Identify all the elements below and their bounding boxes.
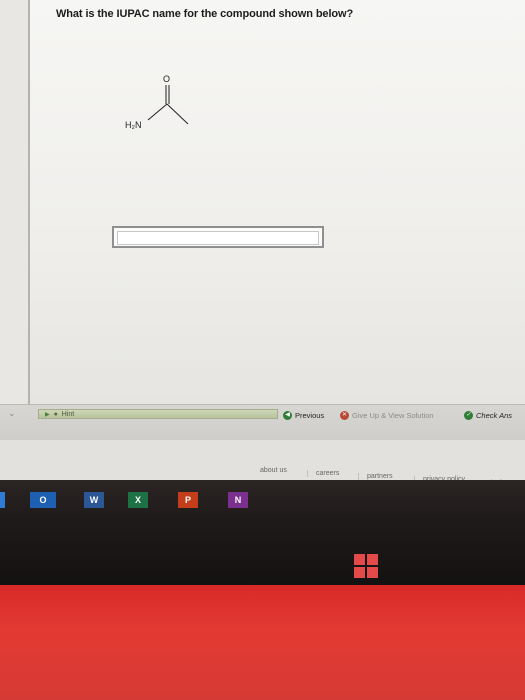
give-up-label: Give Up & View Solution: [352, 411, 434, 420]
amine-label: H₂N: [125, 120, 142, 130]
hint-button[interactable]: ▶ ● Hint: [38, 409, 278, 419]
give-up-button[interactable]: ✕ Give Up & View Solution: [340, 411, 434, 420]
answer-box: [112, 226, 324, 248]
device-bezel: [0, 585, 525, 700]
footer-link-careers[interactable]: careers: [307, 470, 347, 477]
lightbulb-icon: ●: [53, 411, 58, 418]
edge-app-icon[interactable]: [0, 492, 5, 508]
previous-button[interactable]: ◀ Previous: [283, 411, 324, 420]
chevron-down-icon[interactable]: ⌄: [8, 408, 16, 419]
word-app-icon[interactable]: W: [84, 492, 104, 508]
molecule-structure: O H₂N: [125, 74, 189, 130]
oxygen-label: O: [163, 74, 170, 84]
check-answer-button[interactable]: ✓ Check Ans: [464, 411, 512, 420]
question-text: What is the IUPAC name for the compound …: [56, 8, 354, 20]
arrow-left-icon: ◀: [283, 411, 292, 420]
excel-app-icon[interactable]: X: [128, 492, 148, 508]
taskbar: O W X P N: [0, 480, 525, 585]
screen: What is the IUPAC name for the compound …: [0, 0, 525, 585]
bond-methyl: [166, 103, 189, 125]
hint-label: Hint: [61, 411, 75, 418]
onenote-app-icon[interactable]: N: [228, 492, 248, 508]
outlook-app-icon[interactable]: O: [30, 492, 56, 508]
check-label: Check Ans: [476, 411, 512, 420]
bond-amine: [147, 103, 168, 121]
powerpoint-app-icon[interactable]: P: [178, 492, 198, 508]
play-icon: ▶: [45, 412, 50, 418]
answer-input[interactable]: [117, 231, 319, 245]
question-panel: [28, 0, 525, 404]
previous-label: Previous: [295, 411, 325, 420]
footer-link-about[interactable]: about us: [252, 467, 295, 474]
question-nav-bar: ⌄ ▶ ● Hint ◀ Previous ✕ Give Up & View S…: [0, 404, 525, 441]
close-icon: ✕: [340, 411, 349, 420]
check-icon: ✓: [464, 411, 473, 420]
windows-logo-icon[interactable]: [354, 554, 378, 578]
footer-link-partners[interactable]: partners: [358, 473, 401, 480]
